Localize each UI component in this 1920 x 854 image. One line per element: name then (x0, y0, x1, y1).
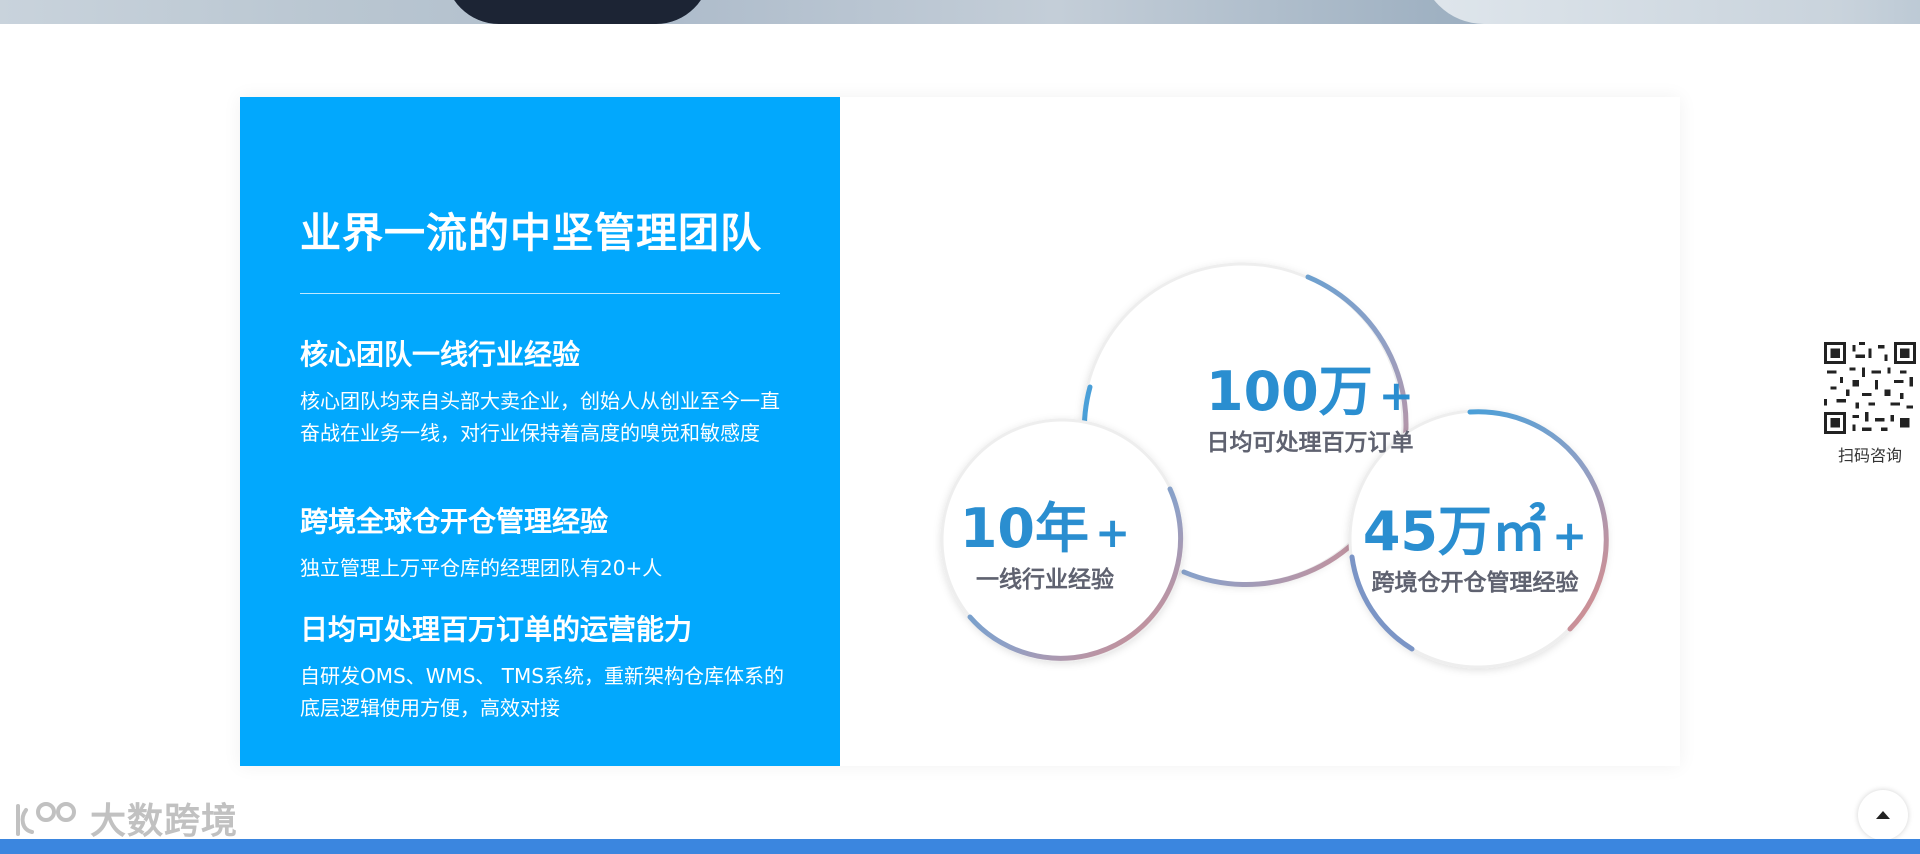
stat-label: 日均可处理百万订单 (1206, 430, 1414, 456)
team-section-card: 业界一流的中坚管理团队 核心团队一线行业经验 核心团队均来自头部大卖企业，创始人… (240, 97, 1680, 766)
feature-text: 核心团队均来自头部大卖企业，创始人从创业至今一直奋战在业务一线，对行业保持着高度… (300, 389, 780, 445)
stat-label: 跨境仓开仓管理经验 (1371, 570, 1579, 596)
stat-number: 45万㎡ + (1362, 500, 1588, 563)
title-divider (300, 293, 780, 294)
dashu-logo-icon (16, 802, 76, 836)
feature-item: 跨境全球仓开仓管理经验 独立管理上万平仓库的经理团队有20+人 (300, 500, 790, 584)
stat-number: 10年 + (959, 497, 1131, 560)
feature-heading: 跨境全球仓开仓管理经验 (300, 505, 609, 538)
section-title: 业界一流的中坚管理团队 (300, 209, 762, 257)
feature-text: 独立管理上万平仓库的经理团队有20+人 (300, 556, 663, 580)
stat-number: 100万 + (1206, 360, 1414, 423)
stat-warehouse: 45万㎡ + 跨境仓开仓管理经验 (1345, 502, 1605, 600)
qr-consult-widget[interactable]: 扫码咨询 (1824, 342, 1916, 466)
stats-panel: 100万 + 日均可处理百万订单 10年 + 一线行业经验 45万㎡ + 跨境仓开仓管… (840, 97, 1680, 766)
watermark-text: 大数跨境 (90, 801, 239, 842)
feature-heading: 日均可处理百万订单的运营能力 (300, 613, 693, 646)
qr-code-icon (1824, 342, 1916, 434)
caret-up-icon (1876, 811, 1890, 819)
feature-item: 核心团队一线行业经验 核心团队均来自头部大卖企业，创始人从创业至今一直奋战在业务… (300, 333, 790, 449)
team-info-panel: 业界一流的中坚管理团队 核心团队一线行业经验 核心团队均来自头部大卖企业，创始人… (240, 97, 840, 766)
qr-label: 扫码咨询 (1837, 446, 1902, 465)
stat-label: 一线行业经验 (976, 567, 1114, 593)
watermark-logo: 大数跨境 (12, 796, 238, 842)
stat-orders: 100万 + 日均可处理百万订单 (1170, 362, 1450, 460)
feature-heading: 核心团队一线行业经验 (300, 338, 581, 371)
footer-bar (0, 839, 1920, 854)
banner-image-light-shape (1420, 0, 1920, 24)
hero-banner-bottom (0, 0, 1920, 24)
banner-image-dark-shape (445, 0, 710, 24)
feature-item: 日均可处理百万订单的运营能力 自研发OMS、WMS、 TMS系统，重新架构仓库体… (300, 608, 790, 724)
feature-text: 自研发OMS、WMS、 TMS系统，重新架构仓库体系的底层逻辑使用方便，高效对接 (300, 664, 784, 720)
back-to-top-button[interactable] (1858, 790, 1908, 840)
stat-years: 10年 + 一线行业经验 (925, 499, 1165, 597)
